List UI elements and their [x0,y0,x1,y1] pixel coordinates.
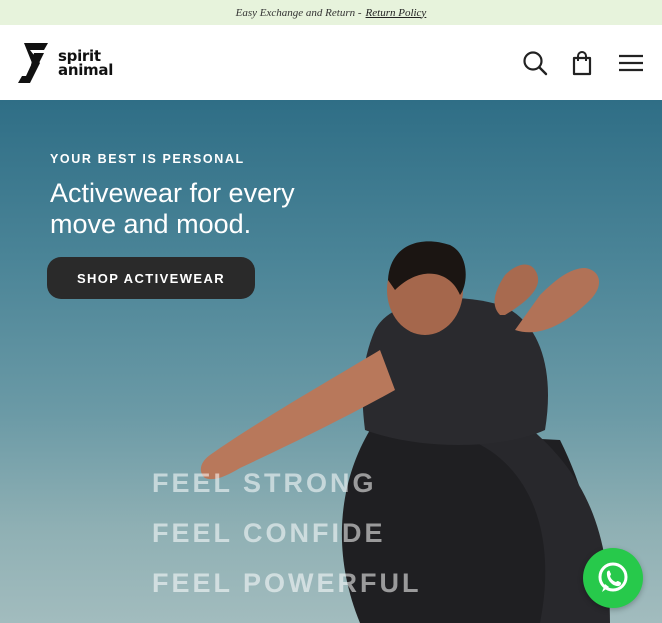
logo-mark-icon [18,43,48,83]
shop-activewear-button[interactable]: SHOP ACTIVEWEAR [47,257,255,299]
headline-line-2: move and mood. [50,209,252,239]
feel-line-3: FEEL POWERFUL [152,568,422,598]
announcement-text: Easy Exchange and Return - [235,6,362,19]
headline-line-1: Activewear for every [50,178,295,208]
cart-icon[interactable] [569,49,597,77]
logo[interactable]: spirit animal [18,41,118,85]
feel-line-1: FEEL STRONG [152,468,377,498]
whatsapp-icon [598,562,628,592]
return-policy-link[interactable]: Return Policy [366,7,427,19]
feel-line-2: FEEL CONFIDE [152,518,386,548]
whatsapp-chat-button[interactable] [583,548,643,608]
announcement-bar: Easy Exchange and Return - Return Policy [0,0,662,25]
search-icon[interactable] [521,49,549,77]
menu-icon[interactable] [617,49,645,77]
logo-text-animal: animal [58,61,114,79]
hero-headline: Activewear for every move and mood. [50,178,410,240]
hero-eyebrow: YOUR BEST IS PERSONAL [50,152,245,166]
site-header: spirit animal [0,25,662,100]
hero-banner[interactable]: YOUR BEST IS PERSONAL Activewear for eve… [0,100,662,623]
